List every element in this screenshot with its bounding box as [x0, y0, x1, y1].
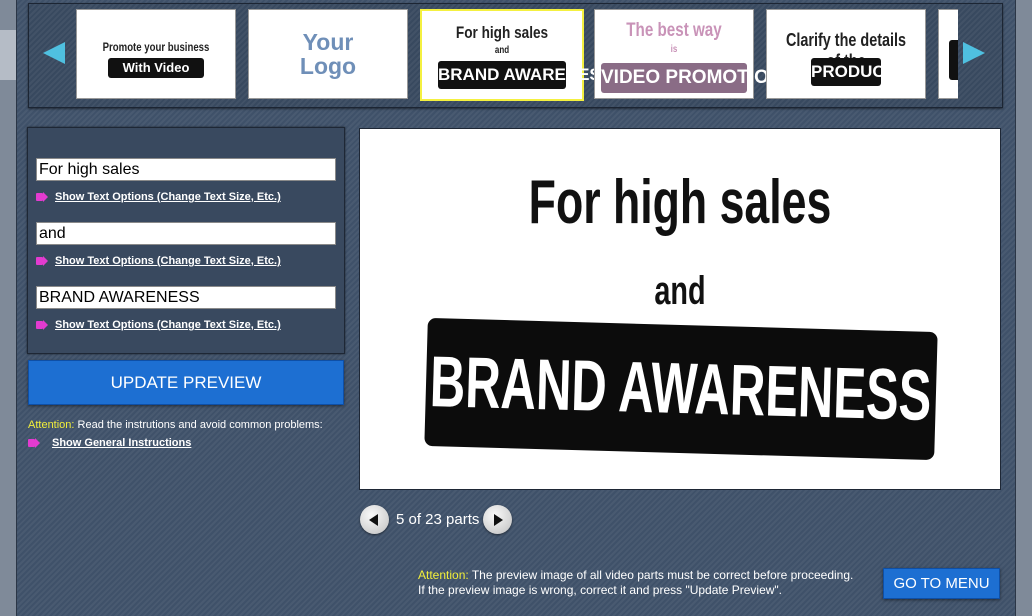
text-field-3[interactable] — [36, 286, 336, 309]
thumbnail-4[interactable]: The best way is VIDEO PROMOTION — [594, 9, 783, 99]
pink-arrow-icon — [36, 256, 48, 266]
window-edge-decoration — [0, 30, 16, 80]
thumbnail-4-line2: is — [670, 44, 678, 55]
text-options-label-2: Show Text Options (Change Text Size, Etc… — [55, 255, 281, 267]
thumbnail-5[interactable]: Clarify the details of the PRODUCT — [766, 9, 926, 99]
next-part-button[interactable] — [483, 505, 512, 534]
thumbnail-3-line1: For high sales — [455, 23, 549, 42]
pink-arrow-icon — [36, 192, 48, 202]
go-to-menu-button[interactable]: GO TO MENU — [883, 568, 1000, 599]
text-options-link-1[interactable]: Show Text Options (Change Text Size, Etc… — [36, 190, 281, 204]
text-options-link-3[interactable]: Show Text Options (Change Text Size, Etc… — [36, 318, 281, 332]
pink-arrow-icon — [28, 438, 40, 448]
update-preview-button[interactable]: UPDATE PREVIEW — [28, 360, 344, 405]
preview-line-3: BRAND AWARENESS — [429, 342, 933, 436]
thumbnail-2[interactable]: Your Logo — [248, 9, 408, 99]
text-field-1[interactable] — [36, 158, 336, 181]
footer-line-1: The preview image of all video parts mus… — [468, 568, 854, 582]
thumbnail-2-line1: Your — [302, 29, 354, 55]
previous-part-button[interactable] — [360, 505, 389, 534]
thumbnail-2-line2: Logo — [299, 53, 357, 79]
attention-label: Attention: — [28, 419, 75, 431]
preview-line-2: and — [654, 269, 706, 313]
text-options-label-1: Show Text Options (Change Text Size, Etc… — [55, 191, 281, 203]
thumbnail-5-line2: PRODUCT — [811, 58, 895, 86]
text-editor-panel: Show Text Options (Change Text Size, Etc… — [27, 127, 345, 354]
general-instructions-link[interactable]: Show General Instructions — [28, 437, 191, 449]
template-carousel: Promote your business With Video Your Lo… — [28, 3, 1003, 108]
thumbnail-strip: Promote your business With Video Your Lo… — [76, 9, 958, 101]
thumbnail-4-line1: The best way — [626, 20, 722, 41]
text-options-label-3: Show Text Options (Change Text Size, Etc… — [55, 319, 281, 331]
attention-text: Read the instrutions and avoid common pr… — [74, 419, 323, 431]
footer-attention-note: Attention: The preview image of all vide… — [418, 568, 853, 598]
preview-line-1: For high sales — [528, 168, 832, 237]
pink-arrow-icon — [36, 320, 48, 330]
thumbnail-4-line3: VIDEO PROMOTION — [601, 63, 783, 93]
part-counter: 5 of 23 parts — [396, 511, 480, 528]
carousel-prev-arrow-icon[interactable] — [43, 42, 65, 64]
carousel-next-arrow-icon[interactable] — [963, 42, 985, 64]
footer-line-2: If the preview image is wrong, correct i… — [418, 583, 783, 597]
general-instructions-label: Show General Instructions — [52, 437, 192, 449]
thumbnail-6-bar — [949, 40, 958, 80]
editor-attention-note: Attention: Read the instrutions and avoi… — [28, 419, 323, 431]
preview-banner: BRAND AWARENESS — [424, 317, 938, 461]
thumbnail-1-line1: Promote your business — [102, 40, 210, 54]
thumbnail-3-line2: and — [494, 45, 510, 56]
footer-attention-label: Attention: — [418, 568, 469, 582]
thumbnail-3-selected[interactable]: For high sales and BRAND AWARENESS — [420, 9, 612, 101]
thumbnail-6-partial[interactable] — [938, 9, 958, 99]
text-field-2[interactable] — [36, 222, 336, 245]
footer-attention-line-1: Attention: The preview image of all vide… — [418, 568, 853, 583]
text-options-link-2[interactable]: Show Text Options (Change Text Size, Etc… — [36, 254, 281, 268]
preview-image: For high sales and BRAND AWARENESS — [359, 128, 1001, 490]
thumbnail-3-line3: BRAND AWARENESS — [438, 61, 612, 89]
thumbnail-1-line2: With Video — [108, 58, 204, 78]
thumbnail-1[interactable]: Promote your business With Video — [76, 9, 236, 99]
